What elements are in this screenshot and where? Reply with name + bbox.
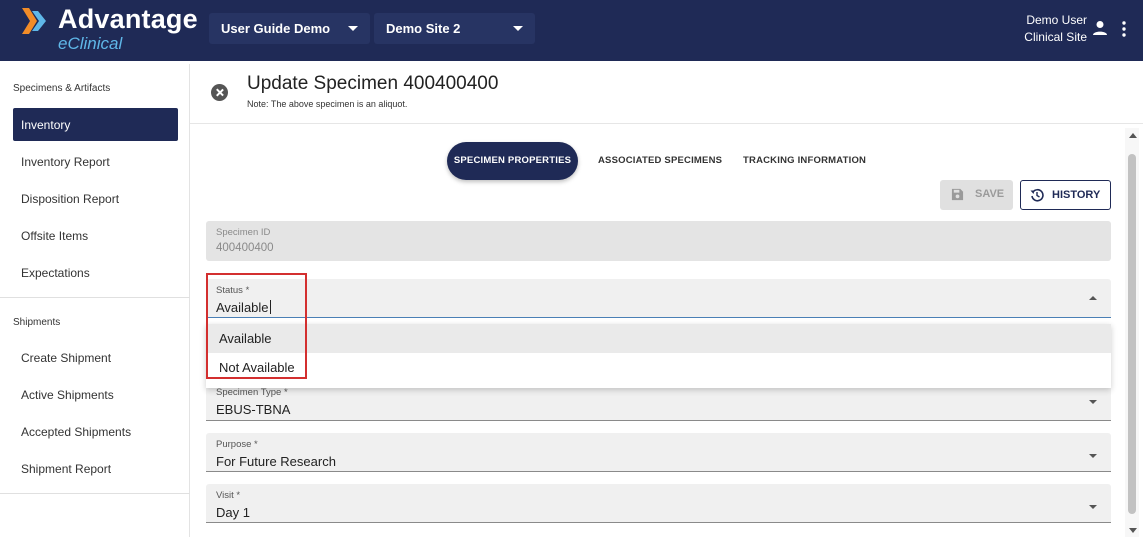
scroll-down-icon[interactable] <box>1129 528 1137 533</box>
logo-title: Advantage <box>58 4 198 34</box>
sidebar-divider <box>0 297 190 298</box>
save-icon <box>951 188 964 201</box>
sidebar-divider <box>0 493 190 494</box>
user-info: Demo User Clinical Site <box>1024 12 1087 46</box>
sidebar-section-title: Specimens & Artifacts <box>13 83 111 94</box>
field-label: Specimen ID <box>216 227 271 238</box>
field-value: Day 1 <box>216 505 250 520</box>
scrollbar-thumb[interactable] <box>1128 154 1136 514</box>
user-icon[interactable] <box>1092 20 1108 36</box>
logo-chevron-icon <box>22 8 46 34</box>
site-select-value: Demo Site 2 <box>386 21 461 36</box>
user-site: Clinical Site <box>1024 30 1087 44</box>
kebab-menu-icon[interactable] <box>1119 20 1129 38</box>
sidebar-item-inventory[interactable]: Inventory <box>13 108 178 141</box>
field-label: Purpose * <box>216 439 258 450</box>
sidebar-item-expectations[interactable]: Expectations <box>13 256 178 289</box>
tab-tracking-information[interactable]: TRACKING INFORMATION <box>743 142 866 166</box>
status-option-not-available[interactable]: Not Available <box>206 353 1111 382</box>
annotation-highlight-box <box>206 273 307 379</box>
field-label: Visit * <box>216 490 241 501</box>
sidebar-item-shipment-report[interactable]: Shipment Report <box>13 452 178 485</box>
sidebar-item-accepted-shipments[interactable]: Accepted Shipments <box>13 415 178 448</box>
history-button-label: HISTORY <box>1052 189 1101 201</box>
tab-associated-specimens[interactable]: ASSOCIATED SPECIMENS <box>598 142 722 166</box>
chevron-down-icon <box>348 26 358 31</box>
specimen-type-select[interactable]: Specimen Type * EBUS-TBNA <box>206 384 1111 421</box>
sidebar: Specimens & Artifacts Inventory Inventor… <box>0 64 190 537</box>
sidebar-section-title: Shipments <box>13 317 61 328</box>
main-content: Update Specimen 400400400 Note: The abov… <box>190 64 1143 537</box>
study-select[interactable]: User Guide Demo <box>209 13 370 44</box>
history-icon <box>1030 188 1044 202</box>
page-note: Note: The above specimen is an aliquot. <box>247 99 408 109</box>
logo-subtitle: eClinical <box>58 34 123 53</box>
save-button[interactable]: SAVE <box>940 180 1013 210</box>
tab-specimen-properties[interactable]: SPECIMEN PROPERTIES <box>447 142 578 180</box>
app-logo[interactable]: Advantage eClinical <box>22 4 198 56</box>
sidebar-item-offsite-items[interactable]: Offsite Items <box>13 219 178 252</box>
study-select-value: User Guide Demo <box>221 21 331 36</box>
status-option-available[interactable]: Available <box>206 324 1111 353</box>
sidebar-item-inventory-report[interactable]: Inventory Report <box>13 145 178 178</box>
app-header: Advantage eClinical User Guide Demo Demo… <box>0 0 1143 61</box>
sidebar-item-create-shipment[interactable]: Create Shipment <box>13 341 178 374</box>
chevron-down-icon <box>1089 454 1097 458</box>
field-value: 400400400 <box>216 242 274 254</box>
history-button[interactable]: HISTORY <box>1020 180 1111 210</box>
close-icon[interactable] <box>211 84 228 101</box>
user-name: Demo User <box>1026 13 1087 27</box>
field-label: Specimen Type * <box>216 387 288 398</box>
scroll-up-icon[interactable] <box>1129 133 1137 138</box>
chevron-down-icon <box>1089 400 1097 404</box>
page-title: Update Specimen 400400400 <box>247 73 499 94</box>
sidebar-item-active-shipments[interactable]: Active Shipments <box>13 378 178 411</box>
purpose-select[interactable]: Purpose * For Future Research <box>206 433 1111 472</box>
chevron-down-icon <box>1089 505 1097 509</box>
save-button-label: SAVE <box>975 188 1005 200</box>
field-value: For Future Research <box>216 454 336 469</box>
site-select[interactable]: Demo Site 2 <box>374 13 535 44</box>
field-value: EBUS-TBNA <box>216 402 291 417</box>
scrollbar[interactable] <box>1125 128 1139 537</box>
chevron-down-icon <box>513 26 523 31</box>
status-select[interactable]: Status * Available <box>206 279 1111 318</box>
status-dropdown-menu: Available Not Available <box>206 324 1111 388</box>
page-header: Update Specimen 400400400 Note: The abov… <box>190 64 1143 124</box>
sidebar-item-disposition-report[interactable]: Disposition Report <box>13 182 178 215</box>
chevron-up-icon <box>1089 296 1097 300</box>
specimen-id-field: Specimen ID 400400400 <box>206 221 1111 261</box>
visit-select[interactable]: Visit * Day 1 <box>206 484 1111 523</box>
